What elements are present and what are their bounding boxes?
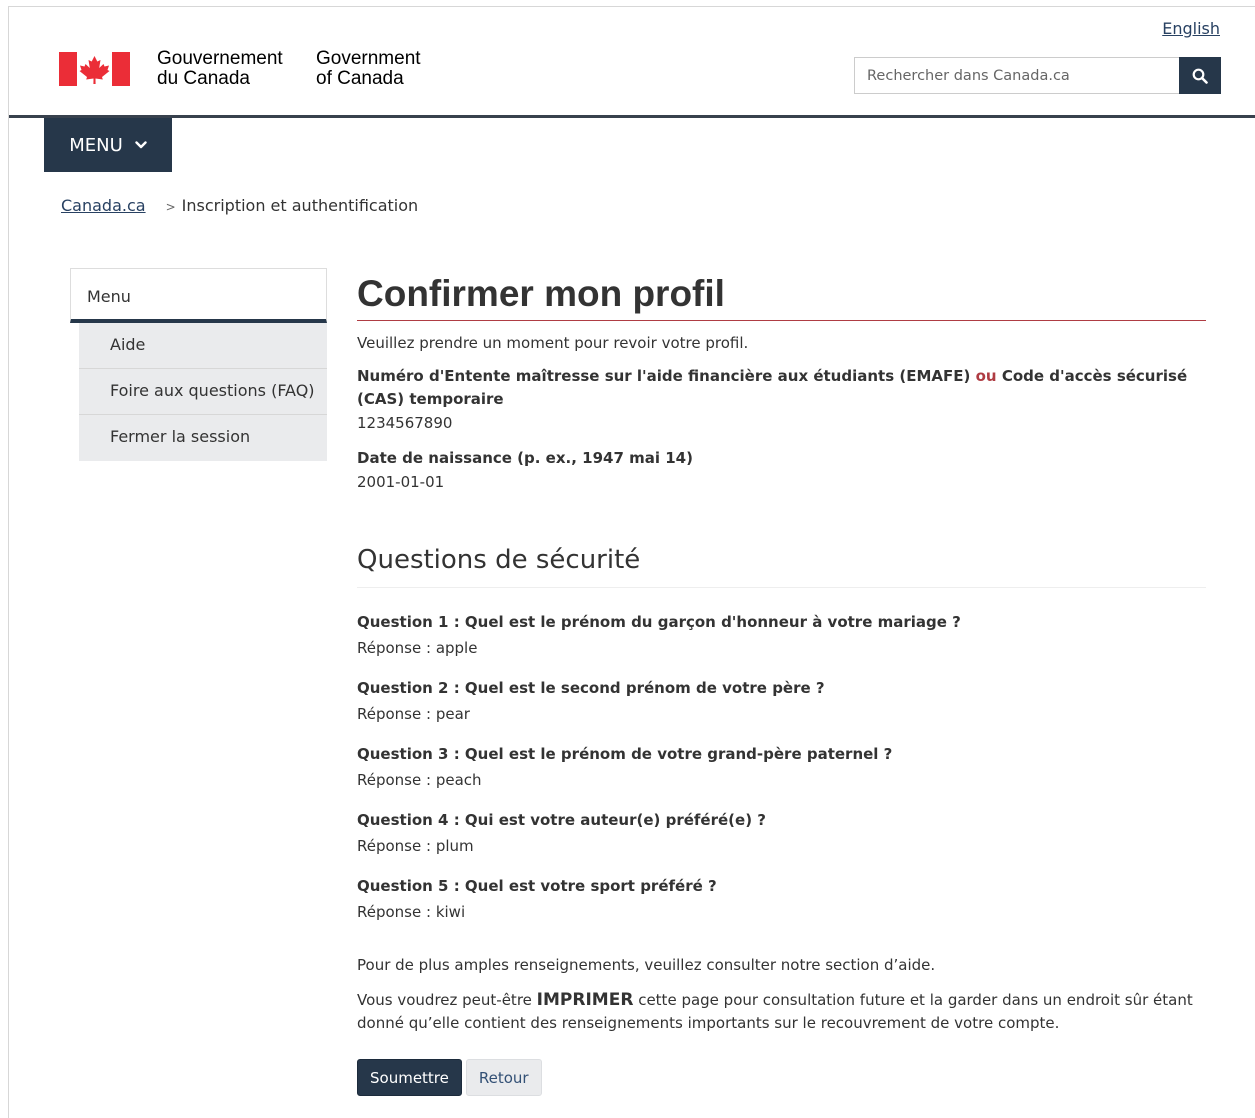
side-menu-heading: Menu	[70, 268, 327, 323]
dob-label: Date de naissance (p. ex., 1947 mai 14)	[357, 449, 693, 467]
security-answer: Réponse : plum	[357, 837, 474, 855]
side-menu-item-logout[interactable]: Fermer la session	[79, 415, 327, 461]
wordmark-french: Gouvernement du Canada	[157, 49, 283, 89]
submit-button[interactable]: Soumettre	[357, 1059, 462, 1096]
wordmark-english-line1: Government	[316, 48, 421, 69]
main-menu-button[interactable]: MENU	[44, 118, 172, 172]
wordmark-english: Government of Canada	[316, 49, 421, 89]
breadcrumb-separator: >	[165, 200, 176, 214]
form-actions: Soumettre Retour	[357, 1059, 542, 1096]
side-menu-item-aide[interactable]: Aide	[79, 323, 327, 369]
search-icon	[1192, 68, 1208, 84]
print-notice: Vous voudrez peut-être IMPRIMER cette pa…	[357, 989, 1206, 1035]
wordmark-french-line1: Gouvernement	[157, 48, 283, 69]
breadcrumb-current: Inscription et authentification	[181, 196, 419, 215]
header-divider	[9, 115, 1255, 118]
security-answer: Réponse : peach	[357, 771, 482, 789]
security-question: Question 5 : Quel est votre sport préfér…	[357, 877, 717, 895]
canada-flag-icon	[59, 52, 130, 86]
back-button[interactable]: Retour	[465, 1059, 542, 1096]
side-menu: Menu Aide Foire aux questions (FAQ) Ferm…	[70, 268, 327, 461]
security-question: Question 3 : Quel est le prénom de votre…	[357, 745, 893, 763]
wordmark-french-line2: du Canada	[157, 68, 250, 89]
print-notice-emphasis: IMPRIMER	[536, 990, 634, 1010]
page-title: Confirmer mon profil	[357, 272, 1206, 321]
language-toggle-link[interactable]: English	[1162, 19, 1220, 38]
security-question-item: Question 4 : Qui est votre auteur(e) pré…	[357, 808, 1206, 858]
security-question: Question 2 : Quel est le second prénom d…	[357, 679, 825, 697]
breadcrumb: Canada.ca > Inscription et authentificatio…	[61, 196, 418, 215]
security-answer: Réponse : kiwi	[357, 903, 466, 921]
dob-value: 2001-01-01	[357, 473, 445, 491]
security-question-item: Question 5 : Quel est votre sport préfér…	[357, 874, 1206, 924]
wordmark-english-line2: of Canada	[316, 68, 404, 89]
security-question: Question 4 : Qui est votre auteur(e) pré…	[357, 811, 766, 829]
id-label: Numéro d'Entente maîtresse sur l'aide fi…	[357, 365, 1206, 411]
side-menu-item-faq[interactable]: Foire aux questions (FAQ)	[79, 369, 327, 415]
security-question-item: Question 3 : Quel est le prénom de votre…	[357, 742, 1206, 792]
print-notice-pre: Vous voudrez peut-être	[357, 991, 532, 1009]
security-question: Question 1 : Quel est le prénom du garço…	[357, 613, 961, 631]
security-question-item: Question 1 : Quel est le prénom du garço…	[357, 610, 1206, 660]
id-label-part1: Numéro d'Entente maîtresse sur l'aide fi…	[357, 367, 971, 385]
chevron-down-icon	[135, 141, 147, 149]
breadcrumb-home-link[interactable]: Canada.ca	[61, 196, 146, 215]
search-input[interactable]	[854, 57, 1180, 94]
security-questions-heading: Questions de sécurité	[357, 543, 1206, 588]
main-content: Confirmer mon profil Veuillez prendre un…	[357, 272, 1206, 1035]
main-menu-label: MENU	[69, 134, 123, 156]
help-text: Pour de plus amples renseignements, veui…	[357, 956, 936, 974]
id-value: 1234567890	[357, 414, 453, 432]
side-menu-items: Aide Foire aux questions (FAQ) Fermer la…	[79, 323, 327, 461]
intro-text: Veuillez prendre un moment pour revoir v…	[357, 334, 749, 352]
security-answer: Réponse : pear	[357, 705, 470, 723]
search-button[interactable]	[1179, 57, 1221, 94]
security-answer: Réponse : apple	[357, 639, 478, 657]
security-question-item: Question 2 : Quel est le second prénom d…	[357, 676, 1206, 726]
id-label-or: ou	[975, 367, 997, 385]
